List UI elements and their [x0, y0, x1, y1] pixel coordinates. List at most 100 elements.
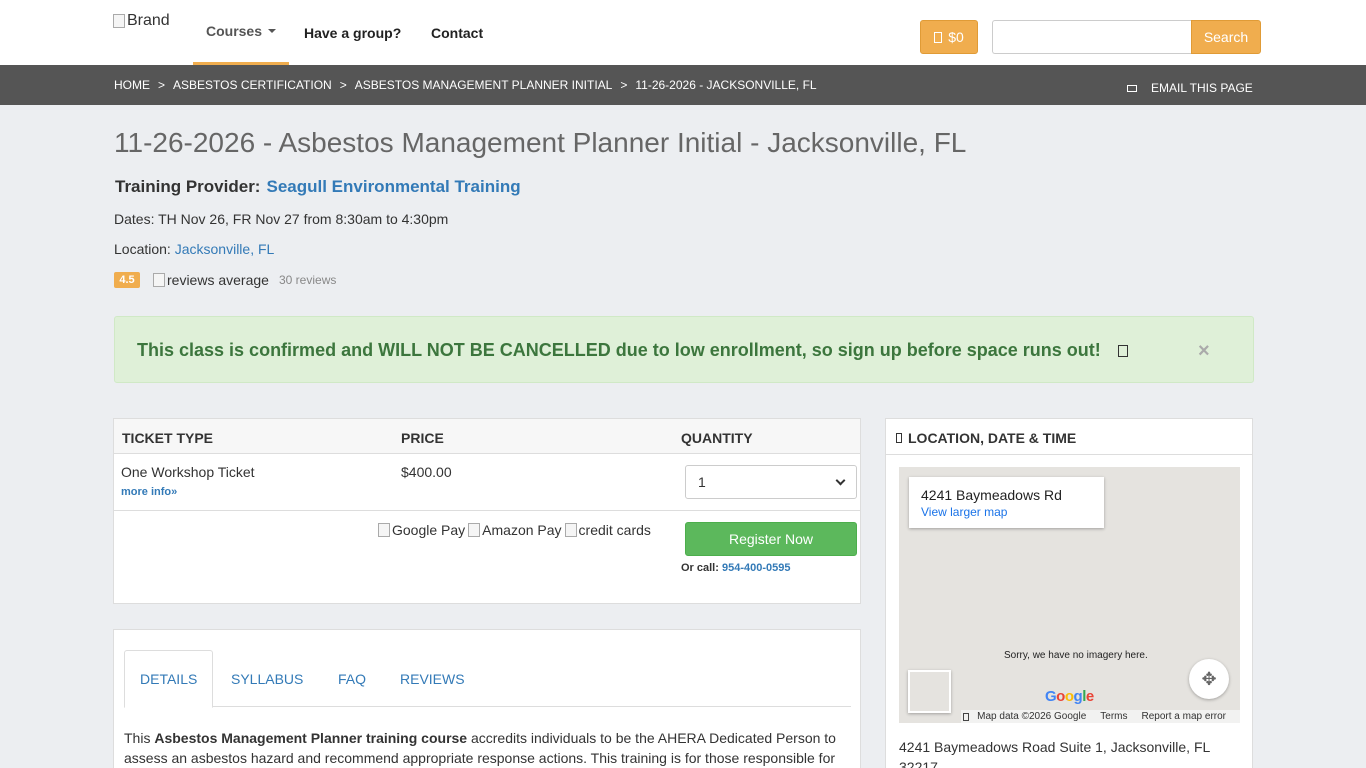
header-ticket-type: TICKET TYPE [122, 430, 214, 446]
nav-have-a-group[interactable]: Have a group? [304, 0, 401, 65]
breadcrumb-current: 11-26-2026 - JACKSONVILLE, FL [635, 78, 817, 92]
training-provider: Training Provider: Seagull Environmental … [115, 177, 521, 197]
keyboard-icon[interactable] [963, 712, 970, 721]
quantity-value: 1 [698, 474, 706, 490]
email-this-page-label: EMAIL THIS PAGE [1151, 81, 1253, 95]
more-info-link[interactable]: more info» [121, 486, 177, 498]
chevron-down-icon [835, 475, 846, 485]
info-icon [1118, 345, 1128, 357]
map-footer: Map data ©2026 Google Terms Report a map… [961, 710, 1240, 723]
register-now-button[interactable]: Register Now [685, 522, 857, 556]
envelope-icon [1127, 84, 1137, 92]
location-title-text: LOCATION, DATE & TIME [908, 430, 1077, 446]
cart-total: $0 [948, 29, 964, 45]
course-dates: Dates: TH Nov 26, FR Nov 27 from 8:30am … [114, 211, 449, 227]
reviews-average-image: reviews average [153, 272, 269, 288]
map-report-link[interactable]: Report a map error [1142, 711, 1226, 722]
map-terms-link[interactable]: Terms [1100, 711, 1127, 722]
brand-alt-text: Brand [127, 12, 170, 29]
rating-badge: 4.5 [114, 272, 140, 288]
close-alert-button[interactable]: × [1198, 340, 1210, 363]
location-panel: LOCATION, DATE & TIME 4241 Baymeadows Rd… [885, 418, 1253, 768]
phone-link[interactable]: 954-400-0595 [722, 562, 791, 574]
map-type-toggle[interactable] [908, 670, 951, 713]
venue-address: 4241 Baymeadows Road Suite 1, Jacksonvil… [899, 739, 1210, 768]
google-map[interactable]: 4241 Baymeadows Rd View larger map Sorry… [899, 467, 1240, 723]
course-description: This Asbestos Management Planner trainin… [124, 728, 846, 768]
breadcrumb-separator: > [158, 78, 166, 92]
header-quantity: QUANTITY [681, 430, 753, 446]
credit-cards-alt: credit cards [578, 522, 651, 538]
broken-image-icon [564, 523, 577, 537]
tab-reviews[interactable]: REVIEWS [400, 650, 465, 707]
map-data-attribution: Map data ©2026 Google [977, 711, 1087, 722]
nav-contact[interactable]: Contact [431, 0, 483, 65]
ticket-price: $400.00 [401, 464, 452, 480]
amazon-pay-alt: Amazon Pay [482, 522, 562, 538]
location-link[interactable]: Jacksonville, FL [175, 241, 275, 257]
cart-button[interactable]: $0 [920, 20, 978, 54]
broken-image-icon [113, 14, 125, 28]
ticket-table-header: TICKET TYPE PRICE QUANTITY [114, 419, 860, 454]
alert-text-part1: This class is confirmed and [137, 340, 379, 360]
breadcrumb-home[interactable]: HOME [114, 78, 150, 92]
nav-courses-dropdown[interactable]: Courses [193, 0, 289, 65]
view-larger-map-link[interactable]: View larger map [921, 505, 1007, 519]
ticket-table: TICKET TYPE PRICE QUANTITY One Workshop … [113, 418, 861, 604]
search-input[interactable] [992, 20, 1192, 54]
amazon-pay-image: Amazon Pay [468, 522, 562, 538]
or-call: Or call: 954-400-0595 [681, 562, 790, 574]
broken-image-icon [153, 273, 165, 287]
breadcrumb-separator: > [339, 78, 347, 92]
top-navbar: Brand Courses Have a group? Contact $0 S… [0, 0, 1366, 65]
credit-cards-image: credit cards [564, 522, 651, 538]
desc-prefix: This [124, 730, 155, 746]
brand-logo[interactable]: Brand [113, 12, 170, 30]
course-tabs-panel: DETAILS SYLLABUS FAQ REVIEWS This Asbest… [113, 629, 861, 768]
page-title: 11-26-2026 - Asbestos Management Planner… [114, 127, 967, 158]
map-pan-control-icon[interactable]: ✥ [1189, 659, 1229, 699]
location-panel-title: LOCATION, DATE & TIME [896, 430, 1076, 446]
email-this-page-link[interactable]: EMAIL THIS PAGE [1127, 81, 1253, 95]
ticket-name: One Workshop Ticket [121, 464, 255, 480]
provider-link[interactable]: Seagull Environmental Training [266, 177, 520, 196]
location-label: Location: [114, 241, 171, 257]
tab-syllabus[interactable]: SYLLABUS [231, 650, 303, 707]
google-logo: Google [1045, 688, 1094, 705]
tab-details[interactable]: DETAILS [124, 650, 214, 708]
alert-text-strong: WILL NOT BE CANCELLED [378, 340, 611, 360]
alert-text-part2: due to low enrollment, so sign up before… [610, 340, 1101, 360]
breadcrumb: HOME > ASBESTOS CERTIFICATION > ASBESTOS… [114, 78, 817, 92]
map-marker-icon [896, 433, 902, 443]
map-info-card: 4241 Baymeadows Rd View larger map [909, 477, 1104, 528]
cart-icon [934, 31, 943, 43]
search-button[interactable]: Search [1191, 20, 1261, 54]
header-price: PRICE [401, 430, 444, 446]
broken-image-icon [468, 523, 481, 537]
ticket-row: One Workshop Ticket more info» $400.00 1 [114, 454, 860, 511]
desc-bold: Asbestos Management Planner training cou… [154, 730, 468, 746]
breadcrumb-separator: > [620, 78, 628, 92]
breadcrumb-bar: HOME > ASBESTOS CERTIFICATION > ASBESTOS… [0, 65, 1366, 105]
breadcrumb-asbestos-certification[interactable]: ASBESTOS CERTIFICATION [173, 78, 332, 92]
confirmed-class-alert: This class is confirmed and WILL NOT BE … [114, 316, 1254, 383]
google-pay-alt: Google Pay [392, 522, 466, 538]
payment-methods: Google Pay Amazon Pay credit cards [378, 522, 651, 538]
course-location: Location: Jacksonville, FL [114, 241, 274, 257]
tab-bar: DETAILS SYLLABUS FAQ REVIEWS [124, 650, 851, 708]
nav-courses-label: Courses [205, 23, 263, 39]
quantity-select[interactable]: 1 [685, 465, 857, 499]
tab-faq[interactable]: FAQ [338, 650, 366, 707]
alert-message: This class is confirmed and WILL NOT BE … [137, 340, 1101, 361]
google-pay-image: Google Pay [378, 522, 465, 538]
breadcrumb-course[interactable]: ASBESTOS MANAGEMENT PLANNER INITIAL [355, 78, 613, 92]
reviews-average-alt: reviews average [167, 272, 269, 288]
map-no-imagery: Sorry, we have no imagery here. [1004, 650, 1148, 661]
provider-label: Training Provider: [115, 177, 261, 196]
map-address: 4241 Baymeadows Rd [921, 487, 1062, 503]
broken-image-icon [378, 523, 390, 537]
location-panel-header: LOCATION, DATE & TIME [886, 419, 1252, 455]
reviews-count[interactable]: 30 reviews [279, 273, 336, 287]
caret-down-icon [268, 29, 277, 33]
or-call-label: Or call: [681, 562, 719, 574]
